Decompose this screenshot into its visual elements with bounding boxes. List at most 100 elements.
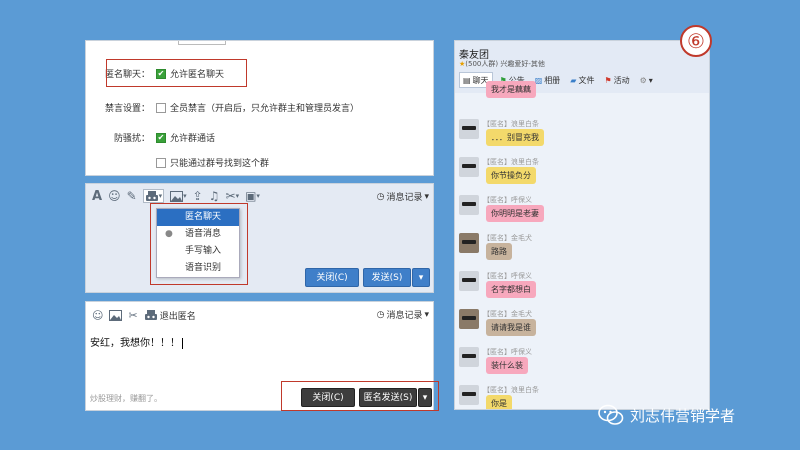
sunglasses-icon (462, 316, 476, 320)
message-bubble: 你明明是老妻 (486, 205, 544, 222)
message-history-button[interactable]: ◷ 消息记录 ▾ (376, 308, 429, 322)
tab-files[interactable]: ▰ 文件 (567, 72, 597, 88)
emoji-icon[interactable]: ☺ (92, 309, 103, 322)
find-by-number-checkbox[interactable] (156, 157, 166, 168)
anonymous-mask-icon[interactable]: ▾ (142, 189, 165, 203)
message-sender: 【匿名】浪里白条 (483, 158, 539, 166)
more-icon[interactable]: ▣ ▾ (245, 189, 260, 203)
exit-anonymous-label: 退出匿名 (159, 311, 196, 322)
tab-album-label: 相册 (544, 75, 561, 85)
group-subtitle: ★(500人群) 兴趣爱好-其他 (459, 59, 545, 69)
group-call-option: 允许群通话 (170, 134, 216, 144)
red-flag-icon: ⚑ (604, 75, 612, 85)
mute-row: 禁言设置： 全员禁言（开启后，只允许群主和管理员发言） (86, 101, 359, 114)
message-sender: 【匿名】呼保义 (483, 348, 532, 356)
gear-icon: ⚙ (639, 75, 647, 85)
wechat-watermark: 刘志伟营销学者 (598, 404, 735, 426)
message-sender: 【匿名】金毛犬 (483, 234, 532, 242)
music-icon[interactable]: ♫ (209, 189, 220, 203)
anonymous-avatar[interactable] (459, 271, 479, 291)
send-button[interactable]: 发送(S) (363, 268, 411, 287)
chevron-down-icon: ▾ (648, 75, 653, 85)
message-sender: 【匿名】浪里白条 (483, 120, 539, 128)
chevron-down-icon: ▾ (418, 273, 424, 283)
message-bubble: 我才是藕藕 (486, 81, 536, 98)
message-history-label: 消息记录 (386, 193, 423, 203)
anonymous-avatar[interactable] (459, 157, 479, 177)
upload-icon[interactable]: ⇪ (193, 189, 203, 203)
message-bubble: 你节操负分 (486, 167, 536, 184)
group-chat-window: 秦友团 ★(500人群) 兴趣爱好-其他 ▤ 聊天 ⚑ 公告 ▨ 相册 ▰ 文件 ⚑ 活动… (454, 40, 710, 410)
tab-activity[interactable]: ⚑ 活动 (601, 72, 632, 88)
ad-text[interactable]: 炒股理财，赚翻了。 (90, 393, 162, 404)
font-icon[interactable]: A (92, 189, 102, 204)
anonymous-avatar[interactable] (459, 347, 479, 367)
clock-icon: ◷ (376, 309, 385, 320)
anonymous-avatar[interactable] (459, 309, 479, 329)
sunglasses-icon (462, 240, 476, 244)
send-options-button[interactable]: ▾ (412, 268, 430, 287)
mute-label: 禁言设置： (104, 104, 150, 114)
sunglasses-icon (462, 392, 476, 396)
group-subtitle-text: (500人群) 兴趣爱好-其他 (465, 60, 545, 68)
group-settings-panel: 匿名聊天： ✔ 允许匿名聊天 禁言设置： 全员禁言（开启后，只允许群主和管理员发… (85, 40, 434, 176)
image-icon[interactable]: ▾ (170, 190, 187, 202)
panel-tab-stub (178, 41, 226, 45)
message-bubble: 你是 (486, 395, 512, 409)
text-caret (182, 337, 183, 349)
sunglasses-icon (462, 164, 476, 168)
chevron-down-icon: ▾ (158, 192, 163, 200)
chat-icon: ▤ (463, 75, 471, 85)
mute-checkbox[interactable] (156, 102, 166, 113)
message-input[interactable]: 安红，我想你！！！ (90, 334, 183, 349)
sunglasses-icon (462, 278, 476, 282)
mute-option: 全员禁言（开启后，只允许群主和管理员发言） (170, 104, 360, 114)
message-history-button[interactable]: ◷ 消息记录 ▾ (376, 190, 429, 204)
message-bubble: 路路 (486, 243, 512, 260)
emoji-icon[interactable]: ☺ (108, 189, 121, 203)
watermark-text: 刘志伟营销学者 (630, 406, 736, 425)
group-call-checkbox[interactable]: ✔ (156, 132, 166, 143)
sunglasses-icon (462, 354, 476, 358)
message-sender: 【匿名】金毛犬 (483, 310, 532, 318)
anonymous-avatar[interactable] (459, 119, 479, 139)
message-bubble: 名字都想白 (486, 281, 536, 298)
scissors-icon[interactable]: ✂ ▾ (226, 189, 240, 203)
image-icon[interactable] (109, 309, 123, 321)
magic-wand-icon[interactable]: ✎ (127, 189, 137, 203)
harass-label: 防骚扰： (113, 134, 150, 144)
tab-activity-label: 活动 (613, 75, 630, 85)
highlight-box-anon (106, 59, 247, 87)
sunglasses-icon (462, 126, 476, 130)
tab-files-label: 文件 (578, 75, 595, 85)
find-by-number-row: 只能通过群号找到这个群 (156, 156, 269, 169)
close-button[interactable]: 关闭(C) (305, 268, 359, 287)
harass-row: 防骚扰： ✔ 允许群通话 (86, 131, 215, 144)
folder-icon: ▰ (570, 75, 577, 85)
message-sender: 【匿名】浪里白条 (483, 386, 539, 394)
anonymous-avatar[interactable] (459, 233, 479, 253)
anonymous-avatar[interactable] (459, 195, 479, 215)
anonymous-mask-icon (144, 310, 157, 320)
highlight-box-send (281, 381, 439, 411)
message-history-label: 消息记录 (386, 311, 423, 321)
step-number-badge: ⑥ (680, 25, 712, 57)
chevron-down-icon: ▾ (183, 192, 187, 200)
message-input-text: 安红，我想你！！！ (90, 338, 180, 349)
chevron-down-icon: ▾ (424, 191, 429, 202)
message-sender: 【匿名】呼保义 (483, 272, 532, 280)
clock-icon: ◷ (376, 191, 385, 202)
settings-gear[interactable]: ⚙ ▾ (637, 72, 656, 88)
scissors-icon[interactable]: ✂ (128, 309, 137, 322)
anonymous-avatar[interactable] (459, 385, 479, 405)
wechat-icon (598, 404, 624, 425)
exit-anonymous-button[interactable]: 退出匿名 (144, 309, 196, 322)
message-bubble: 装什么装 (486, 357, 528, 374)
chat-input-panel: A ☺ ✎ ▾ ▾ ⇪ ♫ ✂ ▾ ▣ ▾ ◷ 消息记录 ▾ 匿名聊天 ● 语音消息… (85, 183, 434, 293)
message-sender: 【匿名】呼保义 (483, 196, 532, 204)
message-bubble: 请请我是谁 (486, 319, 536, 336)
tab-album[interactable]: ▨ 相册 (532, 72, 564, 88)
highlight-box-dropdown (150, 203, 248, 285)
sunglasses-icon (462, 202, 476, 206)
message-bubble: ．．．别冒充我 (486, 129, 544, 146)
